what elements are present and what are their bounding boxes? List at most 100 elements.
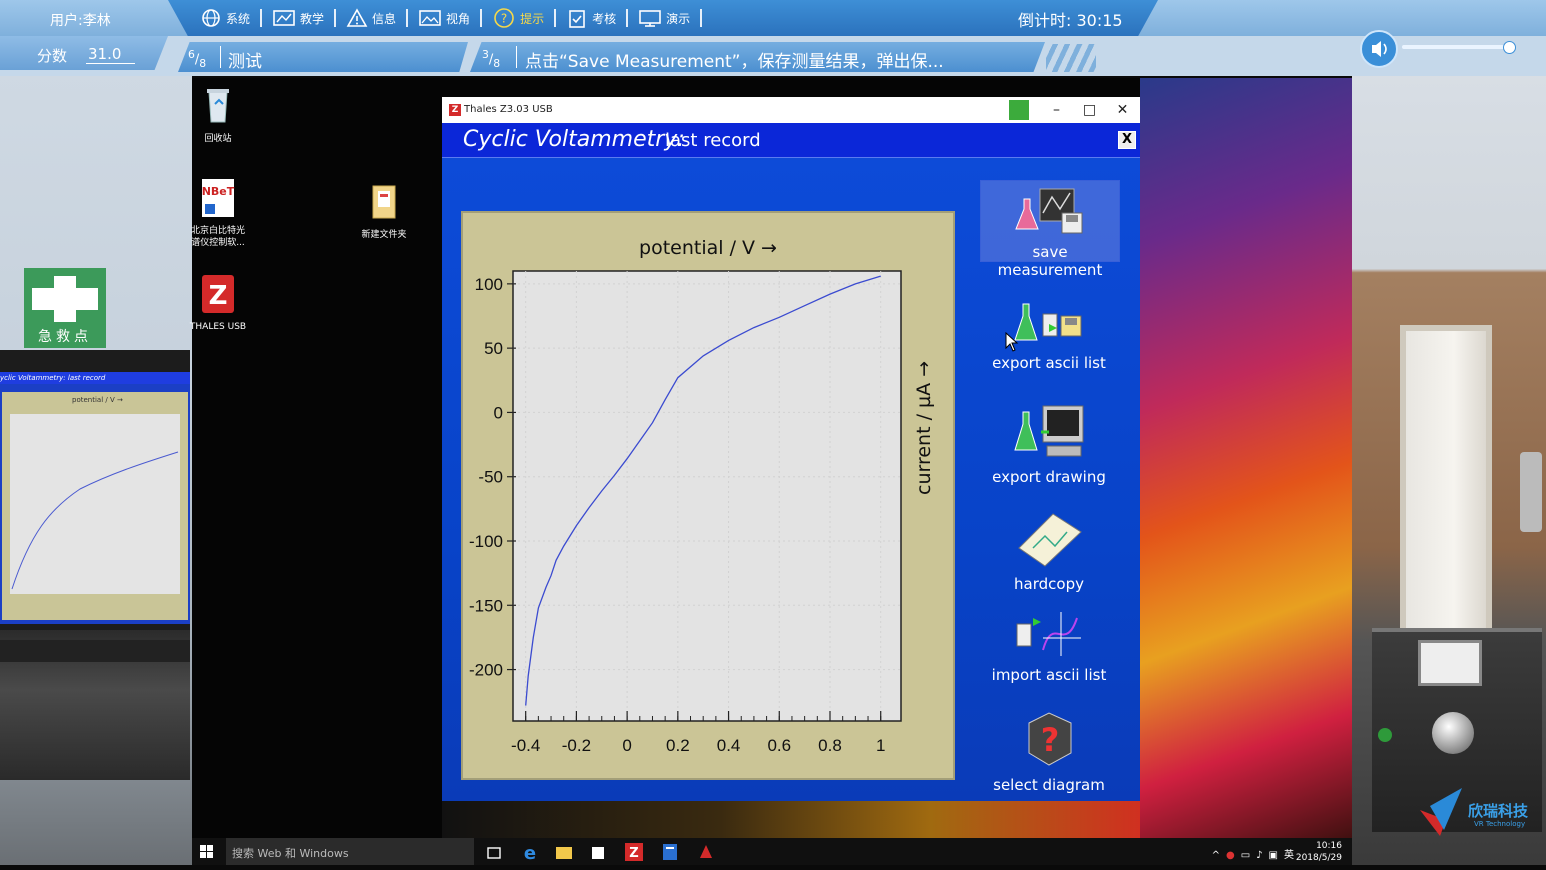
menu-system-label: 系统	[226, 11, 251, 26]
mouse-cursor-icon	[1005, 332, 1019, 352]
export-drawing-button[interactable]: export drawing	[980, 398, 1118, 488]
taskbar-search-input[interactable]: 搜索 Web 和 Windows	[226, 838, 474, 865]
desktop-wallpaper-bottom	[442, 800, 1140, 838]
export-ascii-icon	[1014, 303, 1082, 341]
y-tick-label: 50	[484, 339, 503, 358]
system-tray[interactable]: ^ ● ▭ ♪ ▣ 英	[1212, 846, 1294, 861]
minimize-button[interactable]: –	[1040, 97, 1073, 123]
y-tick-label: 0	[494, 403, 503, 422]
speaker-icon	[1372, 41, 1387, 57]
svg-text:?: ?	[501, 12, 507, 26]
warning-icon	[346, 8, 368, 27]
desktop-icon-new-folder[interactable]: 新建文件夹	[354, 182, 414, 241]
help-icon: ?	[494, 8, 514, 28]
header-subtitle: last record	[665, 130, 761, 151]
select-diagram-button[interactable]: ? select diagram	[980, 704, 1118, 794]
step-indicator: 3/8 点击“Save Measurement”，保存测量结果，弹出保...	[470, 42, 1045, 72]
y-tick-label: -50	[478, 468, 503, 487]
background-monitor-plot	[11, 451, 179, 590]
x-tick-label: 0	[622, 736, 631, 755]
module-name: 测试	[228, 52, 262, 72]
menu-teach[interactable]: 教学	[262, 6, 334, 30]
export-ascii-label: export ascii list	[992, 354, 1106, 372]
maximize-button[interactable]: □	[1073, 97, 1106, 123]
step-fraction: 3/8	[482, 48, 501, 70]
clipboard-icon	[569, 10, 585, 28]
x-tick-label: 0.6	[767, 736, 791, 755]
menu-demo[interactable]: 演示	[628, 6, 700, 30]
menu-hint[interactable]: ? 提示	[482, 6, 554, 30]
desktop-wallpaper	[1140, 78, 1352, 838]
volume-slider-thumb[interactable]	[1503, 41, 1516, 54]
y-tick-label: 100	[475, 275, 503, 294]
menu-info[interactable]: 信息	[336, 6, 406, 30]
app-body: potential / V → current / µA → -0.4 -0.2 0…	[442, 158, 1140, 801]
plot-area	[512, 270, 902, 722]
y-tick-label: -200	[469, 661, 503, 680]
background-taskbar	[0, 640, 190, 662]
desktop-icon-nbet[interactable]: NBeT 北京白比特光谱仪控制软...	[188, 178, 248, 249]
edge-browser-icon[interactable]: e	[520, 842, 540, 862]
window-title: Thales Z3.03 USB	[464, 104, 553, 115]
picture-icon	[419, 10, 441, 26]
select-diagram-icon: ?	[1028, 712, 1072, 766]
desktop-icon-thales[interactable]: Z THALES USB	[188, 274, 248, 333]
save-measurement-label: save measurement	[997, 243, 1103, 279]
task-view-icon[interactable]	[484, 842, 504, 862]
file-explorer-icon[interactable]	[554, 842, 574, 862]
score-value: 31.0	[86, 45, 136, 64]
score-panel	[0, 36, 168, 70]
volume-slider[interactable]	[1402, 45, 1510, 49]
import-ascii-icon	[1016, 612, 1081, 656]
menu-system[interactable]: 系统	[190, 6, 260, 30]
menu-view[interactable]: 视角	[408, 6, 480, 30]
brand-name: 欣瑞科技	[1468, 802, 1529, 820]
folder-icon	[372, 185, 396, 219]
windows-start-icon[interactable]	[200, 845, 214, 859]
ignition-led	[1378, 728, 1392, 742]
store-icon[interactable]	[588, 842, 608, 862]
user-name: 用户:李林	[50, 13, 111, 29]
svg-text:e: e	[524, 843, 536, 862]
globe-icon	[202, 9, 220, 27]
x-tick-label: 0.4	[717, 736, 741, 755]
monitor-icon	[639, 10, 661, 27]
menu-info-label: 信息	[372, 11, 397, 26]
desktop-icon-recycle-bin[interactable]: 回收站	[188, 86, 248, 145]
import-ascii-label: import ascii list	[991, 666, 1107, 684]
menu-demo-label: 演示	[666, 11, 691, 26]
x-tick-label: 0.2	[666, 736, 690, 755]
door-handle	[1520, 452, 1542, 532]
window-titlebar[interactable]: Z Thales Z3.03 USB – □ ✕	[442, 97, 1140, 123]
export-drawing-icon	[1014, 405, 1084, 457]
save-measurement-icon	[1015, 188, 1083, 234]
x-tick-label: 0.8	[818, 736, 842, 755]
menu-hint-label: 提示	[520, 11, 545, 26]
close-window-button[interactable]: ✕	[1106, 97, 1139, 123]
background-monitor-title: yclic Voltammetry: last record	[0, 372, 190, 384]
volume-button[interactable]	[1360, 30, 1398, 68]
thales-taskbar-icon[interactable]: Z	[624, 842, 644, 862]
x-tick-label: 1	[876, 736, 885, 755]
background-monitor-label: potential / V →	[72, 396, 123, 404]
background-monitor: yclic Voltammetry: last record potential…	[0, 350, 190, 630]
cv-chart: -0.4 -0.2 0 0.2 0.4 0.6 0.8 1 100 50 0 -50 -100 -150 -…	[469, 270, 902, 755]
document-app-icon[interactable]	[660, 842, 680, 862]
clock-date: 2018/5/29	[1295, 853, 1342, 863]
x-tick-label: -0.4	[511, 736, 540, 755]
module-fraction: 6/8	[188, 48, 207, 70]
svg-text:?: ?	[1041, 721, 1060, 759]
pdf-reader-icon[interactable]	[696, 842, 716, 862]
menu-exam[interactable]: 考核	[556, 6, 626, 30]
instrument-knob[interactable]	[1432, 712, 1474, 754]
save-measurement-button[interactable]: save measurement	[980, 180, 1120, 279]
lab-door	[1400, 325, 1492, 667]
hardcopy-button[interactable]: hardcopy	[980, 503, 1118, 593]
close-dialog-button[interactable]: X	[1118, 131, 1136, 149]
hardcopy-label: hardcopy	[1014, 575, 1084, 593]
thales-status-icon[interactable]	[1009, 100, 1029, 120]
y-tick-label: -150	[469, 596, 503, 615]
import-ascii-button[interactable]: import ascii list	[980, 604, 1118, 684]
export-ascii-button[interactable]: export ascii list	[980, 292, 1118, 372]
menu-view-label: 视角	[446, 11, 471, 26]
